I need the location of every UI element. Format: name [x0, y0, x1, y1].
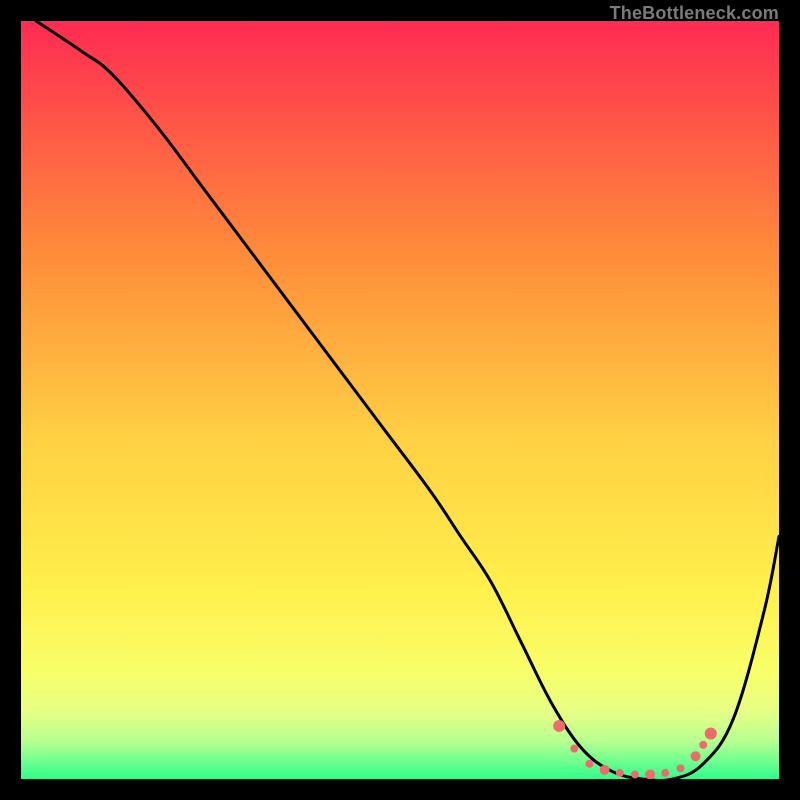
- valley-dot: [631, 770, 639, 778]
- bottleneck-curve-layer: [21, 21, 779, 779]
- valley-dot: [645, 769, 655, 779]
- chart-frame: TheBottleneck.com: [21, 21, 779, 779]
- valley-dot: [699, 741, 707, 749]
- valley-dot: [705, 728, 717, 740]
- valley-dot: [676, 764, 684, 772]
- valley-dots: [553, 720, 717, 779]
- valley-dot: [600, 765, 610, 775]
- valley-dot: [553, 720, 565, 732]
- valley-dot: [570, 745, 578, 753]
- valley-dot: [616, 769, 624, 777]
- bottleneck-curve: [36, 21, 779, 779]
- valley-dot: [661, 769, 669, 777]
- valley-dot: [691, 751, 701, 761]
- valley-dot: [586, 760, 594, 768]
